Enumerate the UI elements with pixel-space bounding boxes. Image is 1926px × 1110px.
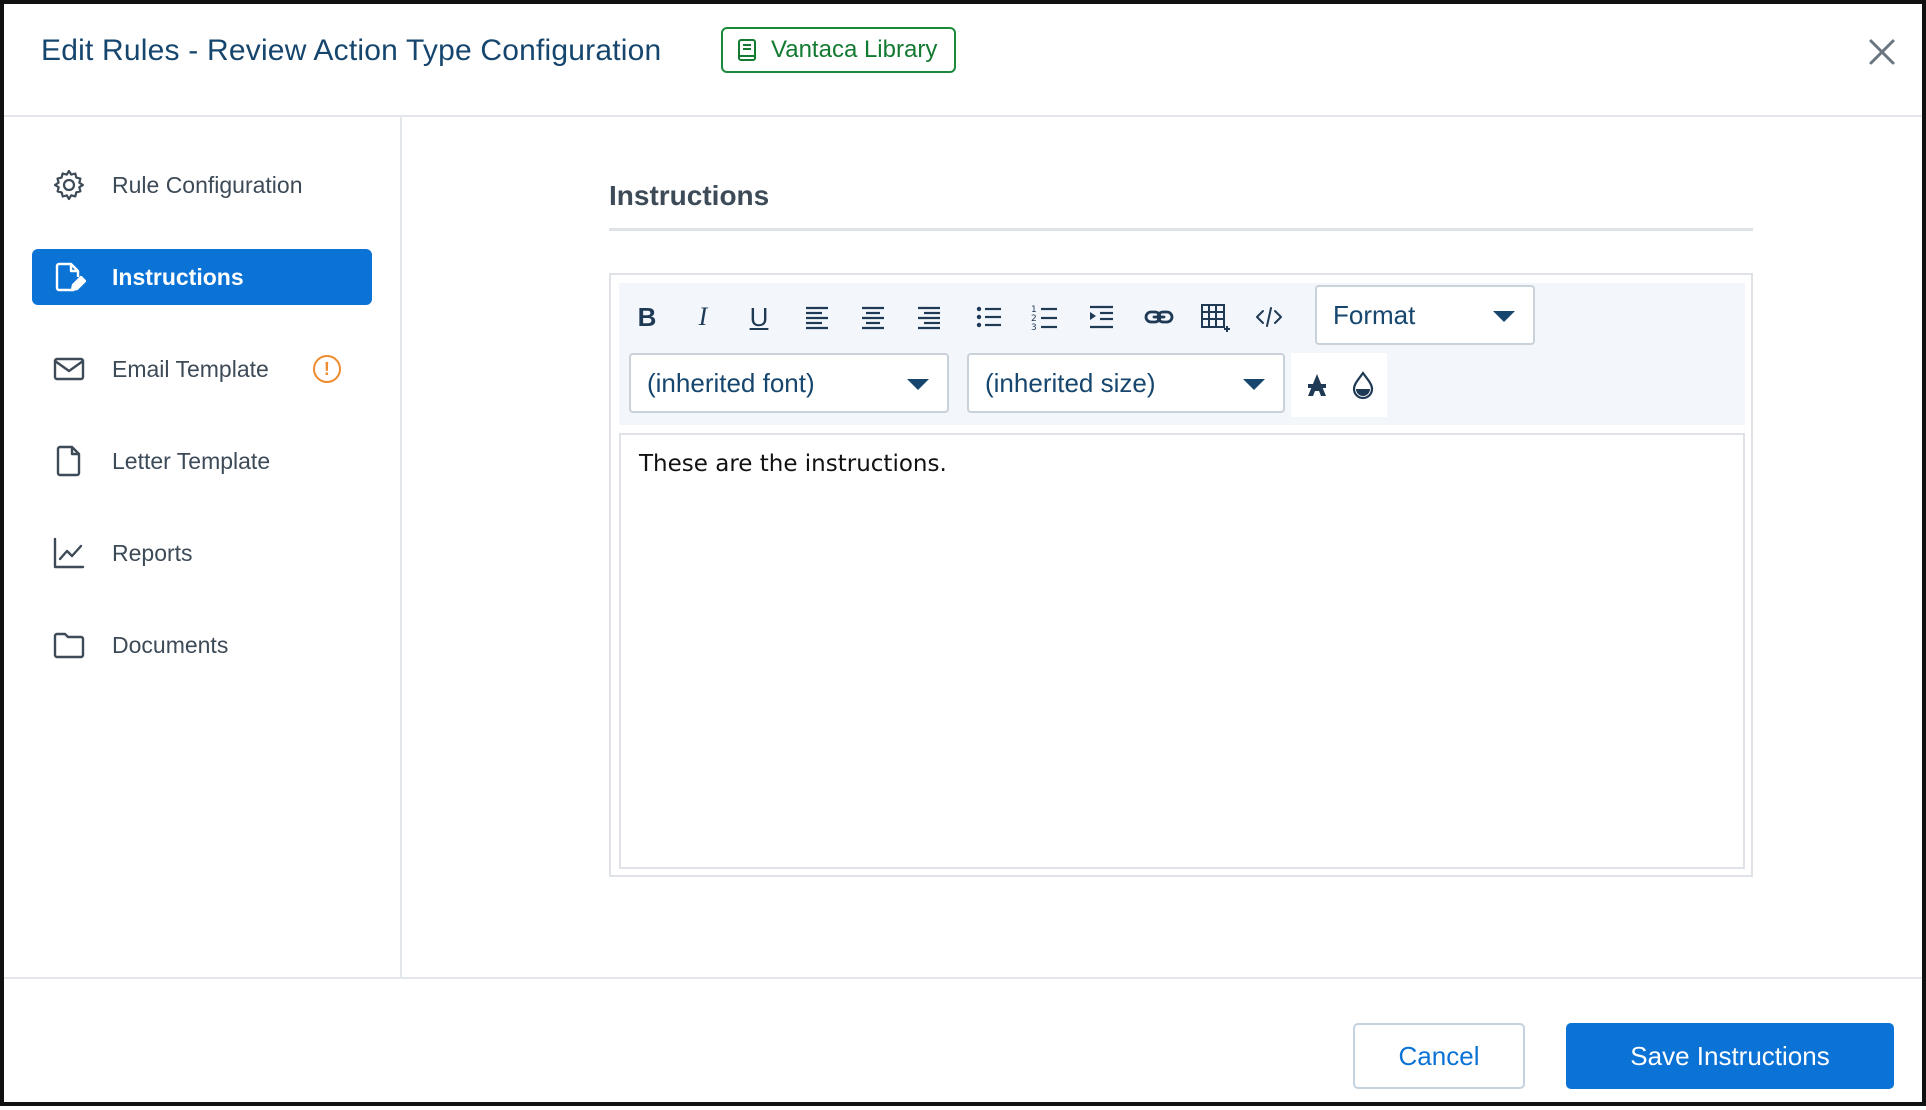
close-button[interactable]: [1864, 34, 1900, 70]
align-center-icon: [862, 306, 884, 330]
section-divider: [609, 228, 1753, 231]
code-view-button[interactable]: [1249, 297, 1289, 337]
sidebar-item-email-template[interactable]: Email Template !: [32, 341, 372, 397]
text-color-button[interactable]: [1297, 365, 1337, 405]
sidebar-item-label: Email Template: [112, 355, 269, 382]
chevron-down-icon: [907, 379, 929, 390]
indent-icon: [1090, 305, 1113, 329]
underline-button[interactable]: U: [739, 297, 779, 337]
dialog-header: Edit Rules - Review Action Type Configur…: [4, 4, 1922, 117]
line-chart-icon: [53, 537, 85, 569]
book-icon: [738, 39, 756, 61]
size-select[interactable]: (inherited size): [967, 353, 1285, 413]
sidebar-nav: Rule Configuration Instructions Email Te…: [4, 117, 402, 977]
editor-text: These are the instructions.: [639, 451, 947, 477]
background-color-button[interactable]: [1343, 365, 1383, 405]
document-icon: [56, 445, 81, 477]
align-center-button[interactable]: [853, 297, 893, 337]
sidebar-item-label: Letter Template: [112, 447, 271, 474]
edit-rules-dialog: Edit Rules - Review Action Type Configur…: [0, 0, 1926, 1106]
svg-text:3: 3: [1031, 323, 1037, 332]
editor-content[interactable]: These are the instructions.: [619, 433, 1745, 869]
indent-button[interactable]: [1081, 297, 1121, 337]
sidebar-item-instructions[interactable]: Instructions: [32, 249, 372, 305]
envelope-icon: [53, 357, 85, 381]
cancel-button[interactable]: Cancel: [1353, 1023, 1525, 1089]
text-color-icon: [1308, 374, 1326, 396]
dialog-footer: Cancel Save Instructions: [4, 977, 1922, 1110]
folder-icon: [53, 632, 85, 659]
table-icon: [1201, 304, 1230, 332]
bullet-list-icon: [976, 306, 1001, 328]
sidebar-item-letter-template[interactable]: Letter Template: [32, 433, 372, 489]
sidebar-item-label: Documents: [112, 631, 229, 658]
sidebar-item-label: Instructions: [112, 263, 244, 290]
close-icon: [1869, 39, 1895, 65]
align-right-icon: [918, 306, 940, 330]
warning-icon: !: [312, 355, 341, 383]
format-select[interactable]: Format: [1315, 285, 1535, 345]
sidebar-item-label: Reports: [112, 539, 193, 566]
font-select-value: (inherited font): [647, 367, 815, 398]
save-instructions-button[interactable]: Save Instructions: [1566, 1023, 1894, 1089]
sidebar-item-label: Rule Configuration: [112, 171, 303, 198]
size-select-value: (inherited size): [985, 367, 1156, 398]
bold-button[interactable]: B: [627, 297, 667, 337]
droplet-icon: [1352, 371, 1374, 400]
sidebar-item-documents[interactable]: Documents: [32, 617, 372, 673]
chevron-down-icon: [1243, 379, 1265, 390]
align-left-button[interactable]: [797, 297, 837, 337]
link-button[interactable]: [1139, 297, 1179, 337]
align-left-icon: [806, 306, 828, 330]
align-right-button[interactable]: [909, 297, 949, 337]
italic-button[interactable]: I: [683, 297, 723, 337]
section-title: Instructions: [609, 180, 770, 211]
editor-toolbar: B I U 123 Format (inherited font) (inher…: [619, 283, 1745, 425]
insert-table-button[interactable]: [1195, 297, 1235, 337]
rich-text-editor: B I U 123 Format (inherited font) (inher…: [609, 273, 1753, 877]
dialog-title: Edit Rules - Review Action Type Configur…: [41, 34, 662, 67]
font-select[interactable]: (inherited font): [629, 353, 949, 413]
sidebar-item-rule-configuration[interactable]: Rule Configuration: [32, 157, 372, 213]
color-controls: [1291, 353, 1387, 417]
numbered-list-button[interactable]: 123: [1025, 297, 1065, 337]
edit-document-icon: [55, 262, 86, 292]
format-select-value: Format: [1333, 299, 1416, 330]
bullet-list-button[interactable]: [969, 297, 1009, 337]
code-icon: [1256, 307, 1282, 327]
link-icon: [1144, 310, 1174, 324]
chevron-down-icon: [1493, 311, 1515, 322]
numbered-list-icon: 123: [1031, 305, 1057, 332]
library-badge-label: Vantaca Library: [771, 36, 938, 63]
sidebar-item-reports[interactable]: Reports: [32, 525, 372, 581]
gear-icon: [53, 169, 84, 201]
library-badge[interactable]: Vantaca Library: [721, 27, 957, 73]
